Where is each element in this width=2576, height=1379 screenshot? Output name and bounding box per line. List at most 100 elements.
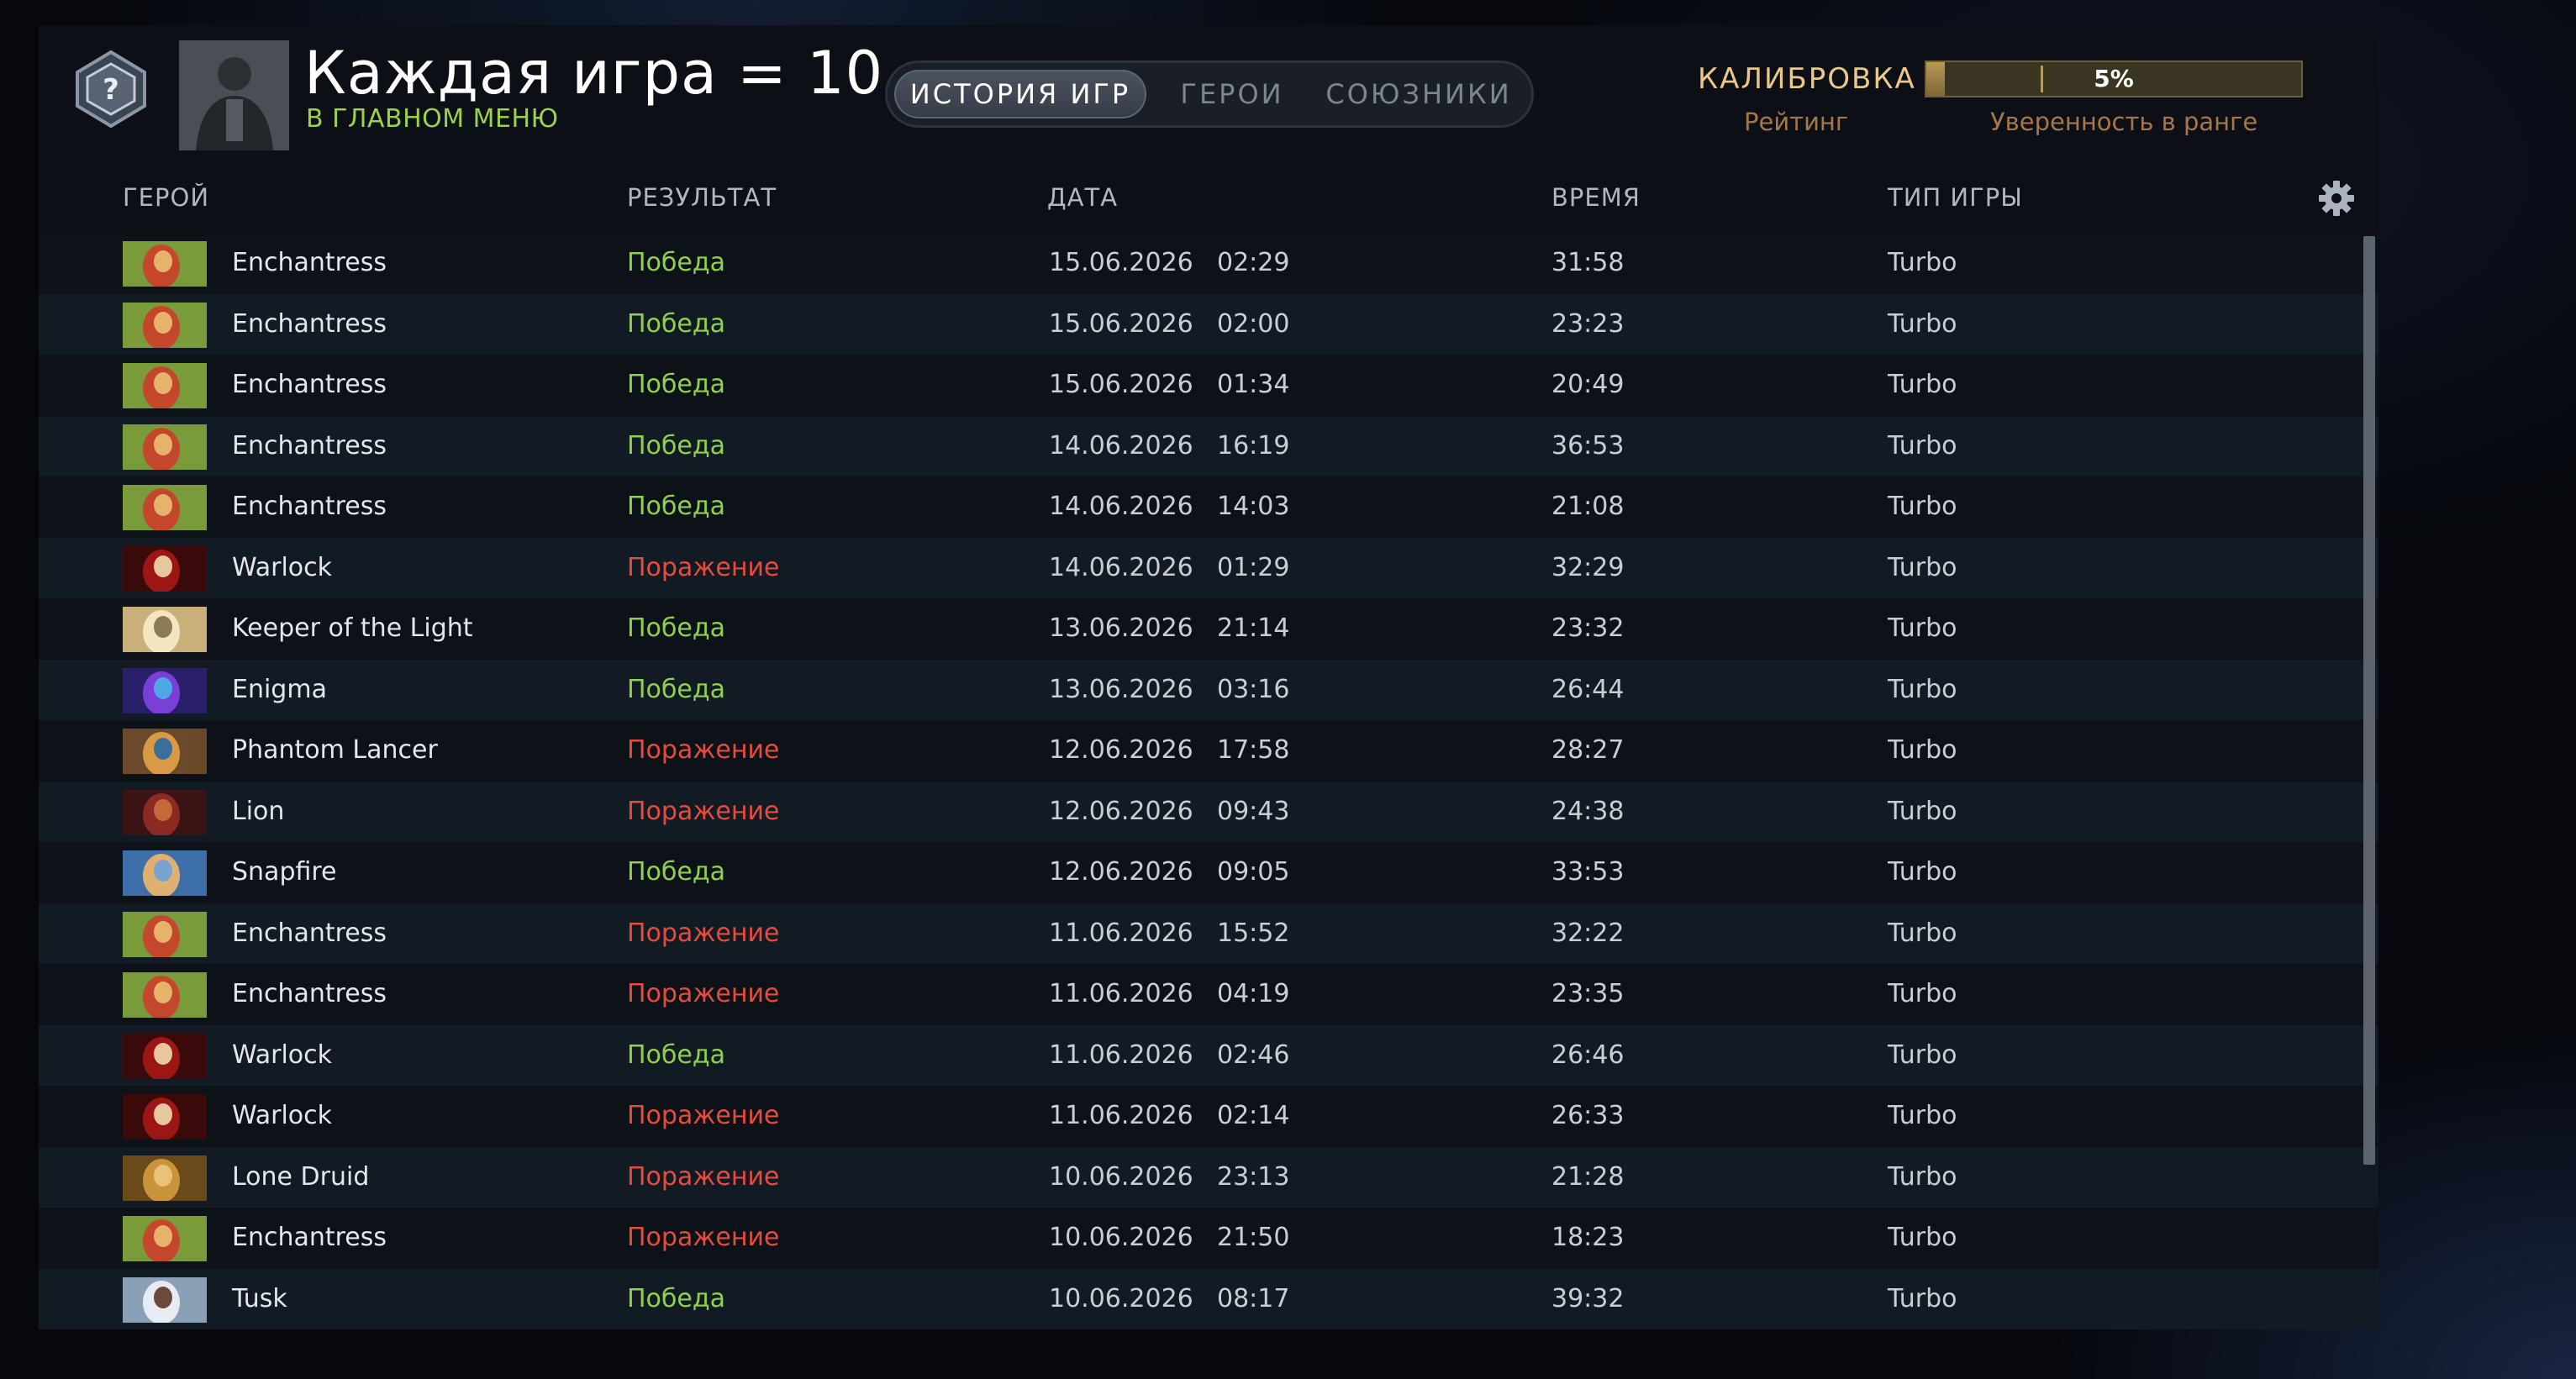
hero-name: Tusk (232, 1284, 287, 1313)
match-duration: 23:23 (1551, 309, 1625, 339)
game-type: Turbo (1888, 492, 1957, 521)
match-duration: 21:08 (1551, 492, 1625, 521)
match-start-time: 14:03 (1217, 492, 1290, 521)
match-result: Поражение (627, 553, 780, 582)
match-date: 14.06.2026 (1049, 492, 1193, 521)
match-result: Поражение (627, 979, 780, 1008)
match-start-time: 01:34 (1217, 370, 1290, 399)
column-header-duration[interactable]: ВРЕМЯ (1551, 183, 1641, 212)
match-date: 10.06.2026 (1049, 1284, 1193, 1313)
game-type: Turbo (1888, 553, 1957, 582)
match-start-time: 23:13 (1217, 1162, 1290, 1192)
hero-portrait-icon (123, 668, 207, 713)
table-row[interactable]: Keeper of the Light Победа 13.06.2026 21:14… (39, 598, 2378, 659)
hero-name: Enchantress (232, 1223, 387, 1252)
player-avatar[interactable] (179, 40, 289, 150)
svg-text:?: ? (103, 73, 119, 107)
page-title: Каждая игра = 10 ... (304, 39, 962, 108)
match-date: 10.06.2026 (1049, 1223, 1193, 1252)
match-date: 15.06.2026 (1049, 370, 1193, 399)
match-date: 13.06.2026 (1049, 675, 1193, 704)
table-row[interactable]: Enchantress Победа 14.06.2026 14:03 21:08 Tur… (39, 476, 2378, 537)
hero-name: Enchantress (232, 248, 387, 277)
tab-bar: ИСТОРИЯ ИГР ГЕРОИ СОЮЗНИКИ (885, 61, 1534, 128)
column-header-date[interactable]: ДАТА (1047, 183, 1118, 212)
match-start-time: 02:00 (1217, 309, 1290, 339)
table-row[interactable]: Enchantress Поражение 11.06.2026 15:52 32:22… (39, 903, 2378, 964)
match-duration: 28:27 (1551, 735, 1625, 765)
hero-portrait-icon (123, 303, 207, 348)
hero-portrait-icon (123, 790, 207, 835)
hero-name: Enchantress (232, 431, 387, 461)
hero-portrait-icon (123, 424, 207, 470)
table-row[interactable]: Enchantress Победа 15.06.2026 02:00 23:23 Tur… (39, 294, 2378, 355)
tab-allies[interactable]: СОЮЗНИКИ (1318, 70, 1520, 118)
match-result: Победа (627, 1284, 725, 1313)
uncalibrated-rank-icon[interactable]: ? (71, 49, 151, 129)
hero-portrait-icon (123, 1277, 207, 1323)
hero-portrait-icon (123, 607, 207, 652)
table-row[interactable]: Enchantress Поражение 10.06.2026 21:50 18:23… (39, 1208, 2378, 1268)
match-start-time: 03:16 (1217, 675, 1290, 704)
match-start-time: 08:17 (1217, 1284, 1290, 1313)
table-row[interactable]: Tusk Победа 10.06.2026 08:17 39:32 Turbo (39, 1269, 2378, 1329)
game-type: Turbo (1888, 309, 1957, 339)
hero-name: Lion (232, 797, 285, 826)
game-type: Turbo (1888, 735, 1957, 765)
table-row[interactable]: Snapfire Победа 12.06.2026 09:05 33:53 Turbo (39, 842, 2378, 903)
match-duration: 32:29 (1551, 553, 1625, 582)
rating-label: Рейтинг (1744, 108, 1849, 136)
hero-portrait-icon (123, 912, 207, 957)
hero-name: Enchantress (232, 309, 387, 339)
column-header-result[interactable]: РЕЗУЛЬТАТ (627, 183, 777, 212)
rank-confidence-label: Уверенность в ранге (1990, 108, 2258, 136)
table-row[interactable]: Warlock Поражение 11.06.2026 02:14 26:33 Turb… (39, 1086, 2378, 1146)
tab-match-history[interactable]: ИСТОРИЯ ИГР (894, 70, 1146, 118)
match-date: 12.06.2026 (1049, 857, 1193, 887)
match-start-time: 01:29 (1217, 553, 1290, 582)
table-row[interactable]: Phantom Lancer Поражение 12.06.2026 17:58 28… (39, 720, 2378, 781)
match-date: 11.06.2026 (1049, 918, 1193, 948)
table-row[interactable]: Enchantress Поражение 11.06.2026 04:19 23:35… (39, 964, 2378, 1024)
table-row[interactable]: Warlock Поражение 14.06.2026 01:29 32:29 Turb… (39, 538, 2378, 598)
game-type: Turbo (1888, 979, 1957, 1008)
table-row[interactable]: Enchantress Победа 15.06.2026 02:29 31:58 Tur… (39, 233, 2378, 293)
column-header-game-type[interactable]: ТИП ИГРЫ (1888, 183, 2023, 212)
table-row[interactable]: Enigma Победа 13.06.2026 03:16 26:44 Turbo (39, 660, 2378, 720)
gear-icon[interactable] (2318, 180, 2355, 217)
hero-name: Enigma (232, 675, 327, 704)
game-type: Turbo (1888, 1101, 1957, 1130)
hero-name: Phantom Lancer (232, 735, 438, 765)
hero-name: Enchantress (232, 370, 387, 399)
game-type: Turbo (1888, 1223, 1957, 1252)
table-row[interactable]: Lion Поражение 12.06.2026 09:43 24:38 Turbo (39, 782, 2378, 842)
hero-portrait-icon (123, 485, 207, 530)
hero-name: Enchantress (232, 492, 387, 521)
match-date: 10.06.2026 (1049, 1162, 1193, 1192)
match-duration: 26:44 (1551, 675, 1625, 704)
table-row[interactable]: Enchantress Победа 15.06.2026 01:34 20:49 Tur… (39, 355, 2378, 415)
match-result: Победа (627, 248, 725, 277)
match-result: Поражение (627, 1162, 780, 1192)
match-start-time: 02:29 (1217, 248, 1290, 277)
status-subtitle: В ГЛАВНОМ МЕНЮ (306, 104, 559, 134)
table-row[interactable]: Enchantress Победа 14.06.2026 16:19 36:53 Tur… (39, 416, 2378, 476)
hero-portrait-icon (123, 1216, 207, 1261)
game-type: Turbo (1888, 1162, 1957, 1192)
match-date: 11.06.2026 (1049, 979, 1193, 1008)
match-duration: 36:53 (1551, 431, 1625, 461)
table-row[interactable]: Warlock Победа 11.06.2026 02:46 26:46 Turbo (39, 1025, 2378, 1086)
column-header-hero[interactable]: ГЕРОЙ (123, 183, 209, 212)
table-row[interactable]: Lone Druid Поражение 10.06.2026 23:13 21:28 T… (39, 1147, 2378, 1208)
match-duration: 24:38 (1551, 797, 1625, 826)
scrollbar[interactable] (2363, 236, 2375, 1165)
tab-heroes[interactable]: ГЕРОИ (1165, 70, 1299, 118)
match-result: Победа (627, 492, 725, 521)
match-start-time: 15:52 (1217, 918, 1290, 948)
rank-confidence-value: 5% (2094, 65, 2134, 92)
game-type: Turbo (1888, 1284, 1957, 1313)
hero-name: Snapfire (232, 857, 337, 887)
match-start-time: 02:14 (1217, 1101, 1290, 1130)
match-duration: 26:46 (1551, 1040, 1625, 1070)
hero-name: Warlock (232, 1101, 333, 1130)
